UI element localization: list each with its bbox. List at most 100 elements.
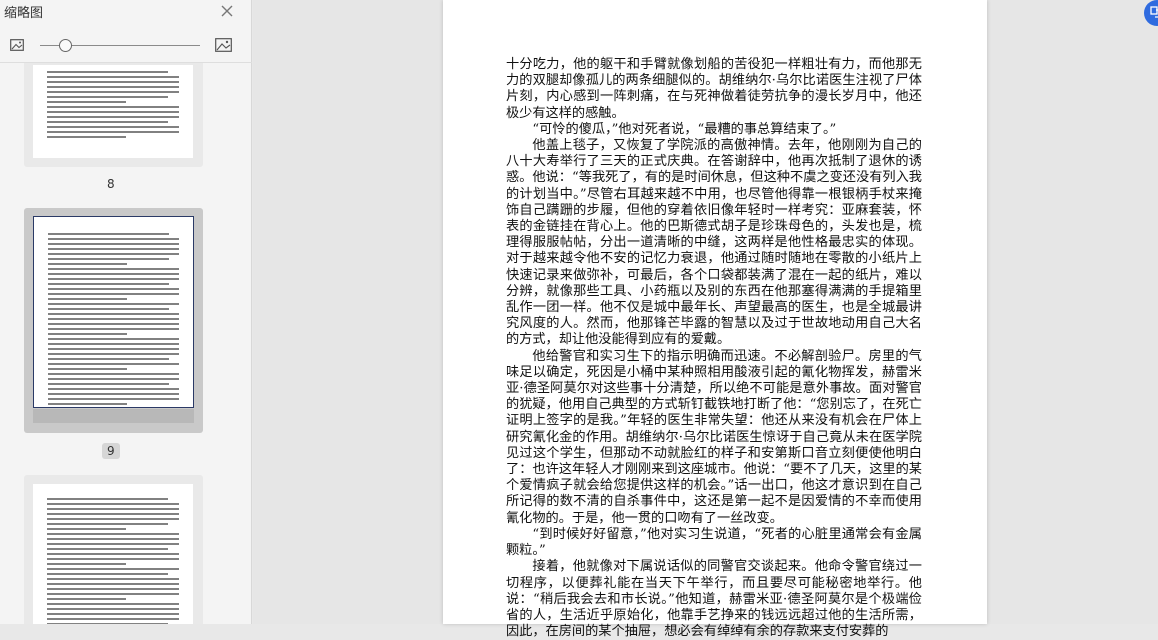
thumbnail-text-line (48, 318, 179, 320)
thumbnail-page-10[interactable] (24, 475, 203, 624)
thumbnail-text-line (47, 131, 179, 133)
thumbnail-text-line (48, 233, 169, 235)
thumbnail-text-line (48, 383, 169, 385)
thumbnail-text-line (47, 613, 179, 615)
thumbnail-text-line (48, 248, 179, 250)
thumbnail-text-line (47, 71, 169, 73)
thumbnail-text-line (47, 543, 179, 545)
thumbnail-text-line (48, 253, 179, 255)
thumbnail-text-line (47, 86, 179, 88)
sidebar-title: 缩略图 (4, 6, 44, 21)
thumbnail-text-line (48, 278, 179, 280)
thumbnail-text-line (47, 498, 169, 500)
sidebar-header: 缩略图 (0, 0, 252, 24)
thumbnail-text-line (48, 238, 179, 240)
thumbnail-text-line (48, 353, 179, 355)
paragraph: “可怜的傻瓜，”他对死者说，“最糟的事总算结束了。” (532, 121, 837, 137)
thumbnail-text-line (47, 563, 127, 565)
thumbnail-text-line (48, 263, 127, 265)
thumbnail-text-line (47, 618, 179, 620)
paragraph: 他盖上毯子，又恢复了学院派的高傲神情。去年，他刚刚为自己的八十大寿举行了三天的正… (506, 138, 922, 348)
thumbnail-text-line (48, 243, 179, 245)
thumbnail-text-line (48, 398, 179, 400)
thumbnail-text-line (48, 283, 169, 285)
thumbnail-text-line (48, 268, 179, 270)
thumbnail-text-line (47, 136, 127, 138)
thumbnail-text-line (47, 513, 179, 515)
thumbnail-text-line (47, 101, 127, 103)
thumbnail-page-9[interactable] (24, 208, 203, 433)
thumbnail-page-8[interactable] (24, 63, 203, 167)
thumbnail-text-line (48, 298, 127, 300)
thumbnail-text-line (47, 106, 179, 108)
thumbnail-text-line (47, 508, 179, 510)
thumbnail-text-line (47, 603, 179, 605)
close-icon[interactable] (219, 3, 235, 19)
thumbnail-text-line (47, 76, 179, 78)
thumbnail-list: 8 9 (0, 63, 240, 624)
thumbnail-text-line (48, 313, 179, 315)
thumbnail-text-line (47, 523, 169, 525)
thumbnail-text-line (47, 588, 179, 590)
thumbnail-text-line (48, 358, 169, 360)
paragraph: 接着，他就像对下属说话似的同警官交谈起来。他命令警官绕过一切程序，以便葬礼能在当… (506, 559, 922, 640)
thumbnail-text-line (47, 116, 179, 118)
image-small-icon[interactable] (10, 39, 24, 51)
thumbnail-text-line (47, 608, 179, 610)
thumbnail-size-toolbar (0, 30, 252, 60)
thumbnail-text-line (47, 558, 179, 560)
thumbnail-text-line (47, 81, 179, 83)
thumbnail-text-line (47, 583, 179, 585)
thumbnail-text-line (47, 503, 179, 505)
page-text: 十分吃力，他的躯干和手臂就像划船的苦役犯一样粗壮有力，而他那无力的双腿却像孤儿的… (506, 57, 922, 640)
thumbnail-text-line (48, 388, 179, 390)
thumbnail-label: 8 (107, 177, 115, 191)
thumbnail-text-line (48, 343, 179, 345)
thumbnail-text-line (48, 338, 179, 340)
thumbnail-image (33, 65, 193, 158)
thumbnail-text-line (47, 578, 179, 580)
thumbnail-label: 9 (102, 443, 120, 459)
thumbnail-text-line (47, 126, 179, 128)
paragraph: 他给警官和实习生下的指示明确而迅速。不必解剖验尸。房里的气味足以确定，死因是小桶… (506, 348, 922, 526)
thumbnail-text-line (48, 378, 179, 380)
paragraph: 十分吃力，他的躯干和手臂就像划船的苦役犯一样粗壮有力，而他那无力的双腿却像孤儿的… (506, 57, 922, 121)
thumbnail-text-line (48, 328, 179, 330)
slider-handle[interactable] (59, 39, 72, 52)
thumbnail-image (33, 216, 194, 408)
thumbnail-text-line (47, 538, 179, 540)
thumbnail-text-line (48, 293, 179, 295)
thumbnail-text-line (47, 91, 179, 93)
thumbnail-sidebar: 缩略图 8 9 (0, 0, 252, 624)
thumbnail-text-line (48, 288, 179, 290)
thumbnail-text-line (47, 573, 169, 575)
document-page: 十分吃力，他的躯干和手臂就像划船的苦役犯一样粗壮有力，而他那无力的双腿却像孤儿的… (443, 0, 987, 639)
thumbnail-text-line (48, 308, 169, 310)
thumbnail-text-line (48, 303, 179, 305)
thumbnail-text-line (47, 121, 169, 123)
thumbnail-text-line (47, 568, 179, 570)
thumbnail-text-line (48, 273, 179, 275)
thumbnail-text-line (48, 393, 179, 395)
translate-icon (1150, 6, 1158, 18)
thumbnail-text-line (47, 533, 179, 535)
thumbnail-text-line (48, 373, 179, 375)
thumbnail-text-line (47, 553, 179, 555)
thumbnail-text-line (47, 598, 127, 600)
thumbnail-text-line (48, 403, 127, 405)
thumbnail-text-line (47, 548, 169, 550)
thumbnail-text-line (48, 363, 179, 365)
thumbnail-text-line (48, 333, 127, 335)
paragraph: “到时候好好留意，”他对实习生说道，“死者的心脏里通常会有金属颗粒。” (506, 526, 922, 559)
thumbnail-bottom-bar (33, 409, 194, 423)
thumbnail-text-line (47, 593, 179, 595)
thumbnail-text-line (47, 518, 179, 520)
thumbnail-text-line (47, 528, 127, 530)
thumbnail-text-line (48, 348, 179, 350)
image-large-icon[interactable] (215, 38, 232, 52)
thumbnail-text-line (48, 368, 127, 370)
document-viewport: 十分吃力，他的躯干和手臂就像划船的苦役犯一样粗壮有力，而他那无力的双腿却像孤儿的… (253, 0, 1158, 639)
thumbnail-text-line (47, 111, 179, 113)
thumbnail-image (33, 484, 193, 624)
thumbnail-text-line (48, 323, 179, 325)
